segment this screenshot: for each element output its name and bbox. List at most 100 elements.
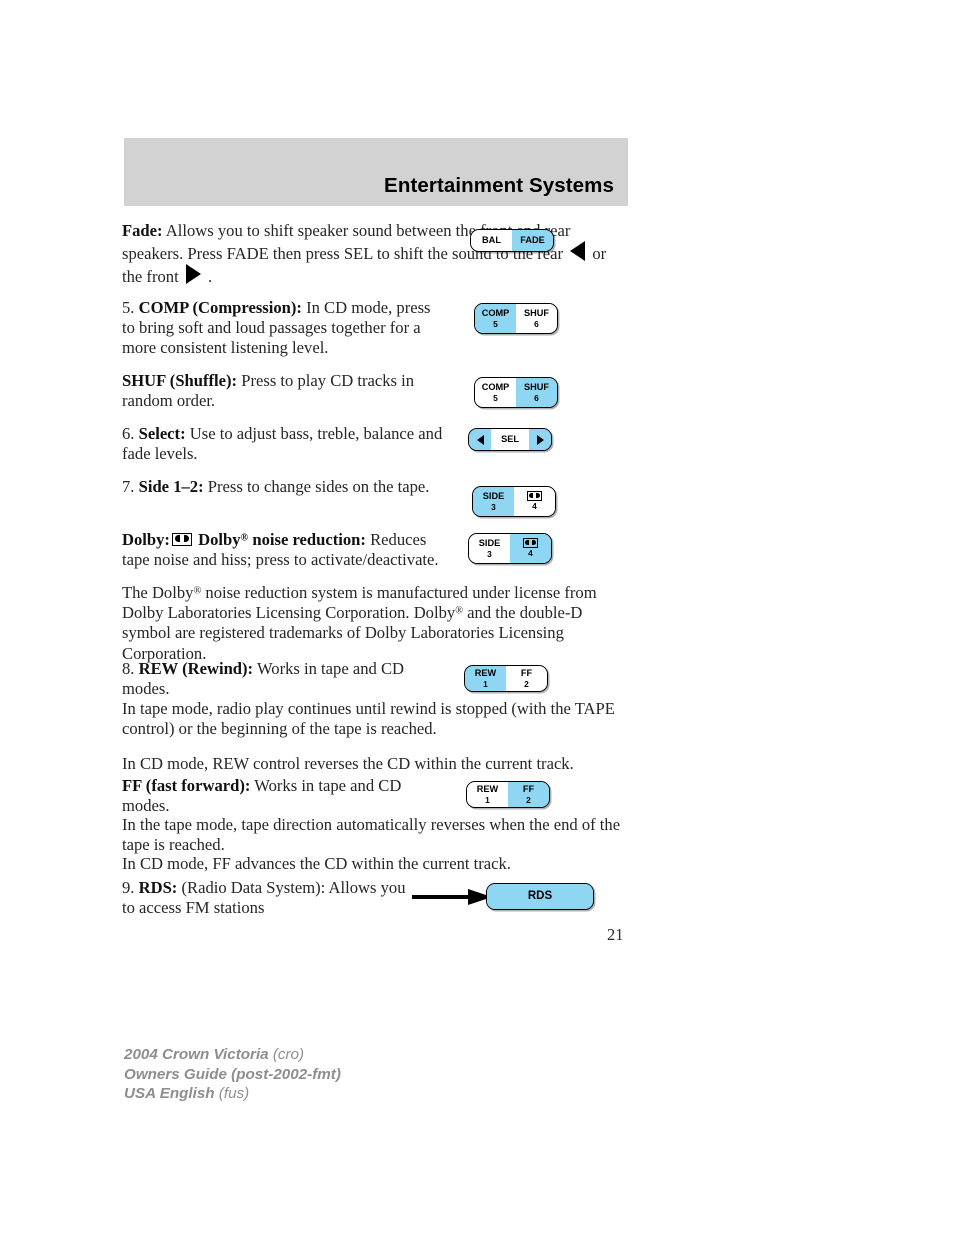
page-header-band: Entertainment Systems: [124, 138, 628, 206]
dolby-double-d-icon: [171, 533, 192, 546]
rew-number: 8.: [122, 659, 135, 678]
footer-line-3: USA English (fus): [124, 1084, 341, 1104]
footer-language-code: (fus): [214, 1085, 250, 1102]
side-number-label: 3: [491, 501, 496, 512]
dolby-button-half[interactable]: 4: [510, 534, 551, 563]
ff-paragraph: FF (fast forward): Works in tape and CD …: [122, 776, 452, 816]
footer-model: 2004 Crown Victoria: [124, 1046, 269, 1063]
triangle-left-icon: [570, 241, 586, 262]
dolby-legal-paragraph: The Dolby® noise reduction system is man…: [122, 583, 622, 664]
footer-guide: Owners Guide (post-2002-fmt): [124, 1065, 341, 1083]
footer-line-1: 2004 Crown Victoria (cro): [124, 1045, 341, 1065]
dolby-term-a: Dolby:: [122, 530, 170, 549]
select-term: Select:: [138, 424, 186, 443]
comp-shuf-button-graphic-comp-active[interactable]: COMP 5 SHUF 6: [474, 303, 558, 334]
ff-paragraph-3: In CD mode, FF advances the CD within th…: [122, 854, 511, 873]
side-term: Side 1–2:: [138, 477, 204, 496]
ff-number-label: 2: [524, 678, 529, 689]
comp-button-half[interactable]: COMP 5: [475, 304, 516, 333]
triangle-right-icon: [536, 434, 544, 445]
side-number-label: 3: [487, 548, 492, 559]
dolby-button-half[interactable]: 4: [514, 487, 555, 516]
rds-number: 9.: [122, 878, 135, 897]
comp-number: 5.: [122, 298, 135, 317]
shuf-paragraph: SHUF (Shuffle): Press to play CD tracks …: [122, 371, 432, 411]
rew-number-label: 1: [483, 678, 488, 689]
rew-number-label: 1: [485, 794, 490, 805]
ff-label: FF: [522, 784, 535, 794]
rew-label: REW: [476, 784, 499, 794]
page-number: 21: [607, 925, 624, 944]
comp-label: COMP: [481, 382, 510, 392]
side-button-half[interactable]: SIDE 3: [469, 534, 510, 563]
comp-shuf-button-graphic-shuf-active[interactable]: COMP 5 SHUF 6: [474, 377, 558, 408]
fade-button-half[interactable]: FADE: [512, 230, 553, 251]
dolby-double-d-icon: [527, 491, 542, 502]
side-paragraph: 7. Side 1–2: Press to change sides on th…: [122, 477, 432, 497]
triangle-right-icon: [185, 264, 201, 285]
shuf-term: SHUF (Shuffle):: [122, 371, 238, 390]
manual-page: Entertainment Systems Fade: Allows you t…: [0, 0, 954, 1235]
bal-button-half[interactable]: BAL: [471, 230, 512, 251]
document-footer: 2004 Crown Victoria (cro) Owners Guide (…: [124, 1045, 341, 1104]
footer-language: USA English: [124, 1085, 215, 1102]
ff-button-half[interactable]: FF 2: [508, 782, 549, 807]
rds-pointer-arrow-icon: [412, 889, 492, 905]
sel-center-half[interactable]: SEL: [491, 429, 529, 450]
sel-right-arrow-half[interactable]: [529, 429, 551, 450]
select-paragraph: 6. Select: Use to adjust bass, treble, b…: [122, 424, 452, 464]
comp-number-label: 5: [493, 392, 498, 403]
rew-ff-button-graphic-rew-active[interactable]: REW 1 FF 2: [464, 665, 548, 692]
rds-label: RDS: [527, 890, 553, 903]
rew-paragraph-2: In tape mode, radio play continues until…: [122, 699, 615, 739]
dolby-paragraph: Dolby: Dolby® noise reduction: Reduces t…: [122, 530, 452, 570]
dolby-legal-1: The Dolby: [122, 583, 194, 602]
side-number: 7.: [122, 477, 135, 496]
rew-ff-button-graphic-ff-active[interactable]: REW 1 FF 2: [466, 781, 550, 808]
shuf-button-half[interactable]: SHUF 6: [516, 378, 557, 407]
side-dolby-button-graphic-side-active[interactable]: SIDE 3 4: [472, 486, 556, 517]
ff-label: FF: [520, 668, 533, 678]
comp-button-half[interactable]: COMP 5: [475, 378, 516, 407]
rew-term: REW (Rewind):: [138, 659, 254, 678]
shuf-number-label: 6: [534, 392, 539, 403]
shuf-number-label: 6: [534, 318, 539, 329]
ff-button-half[interactable]: FF 2: [506, 666, 547, 691]
sel-label: SEL: [501, 434, 519, 445]
side-dolby-button-graphic-dolby-active[interactable]: SIDE 3 4: [468, 533, 552, 564]
sel-button-graphic[interactable]: SEL: [468, 428, 552, 451]
dolby-term-c: noise reduction:: [252, 530, 366, 549]
dolby-term-b: Dolby: [198, 530, 241, 549]
fade-term: Fade:: [122, 221, 163, 240]
shuf-button-half[interactable]: SHUF 6: [516, 304, 557, 333]
side-button-half[interactable]: SIDE 3: [473, 487, 514, 516]
bal-fade-button-graphic[interactable]: BAL FADE: [470, 229, 554, 252]
comp-label: COMP: [481, 308, 510, 318]
triangle-left-icon: [476, 434, 484, 445]
rew-label: REW: [474, 668, 497, 678]
registered-mark-icon: ®: [240, 532, 249, 544]
side-label: SIDE: [482, 491, 505, 501]
side-label: SIDE: [478, 538, 501, 548]
registered-mark-icon: ®: [455, 605, 464, 617]
ff-term: FF (fast forward):: [122, 776, 251, 795]
comp-number-label: 5: [493, 318, 498, 329]
rew-paragraph-3: In CD mode, REW control reverses the CD …: [122, 754, 574, 773]
rew-paragraph: 8. REW (Rewind): Works in tape and CD mo…: [122, 659, 452, 699]
footer-model-code: (cro): [268, 1046, 305, 1063]
sel-left-arrow-half[interactable]: [469, 429, 491, 450]
comp-paragraph: 5. COMP (Compression): In CD mode, press…: [122, 298, 432, 359]
footer-line-2: Owners Guide (post-2002-fmt): [124, 1065, 341, 1085]
page-title: Entertainment Systems: [384, 174, 614, 197]
rew-button-half[interactable]: REW 1: [467, 782, 508, 807]
rew-button-half[interactable]: REW 1: [465, 666, 506, 691]
fade-label: FADE: [520, 235, 545, 246]
rds-paragraph: 9. RDS: (Radio Data System): Allows you …: [122, 878, 422, 918]
side-text: Press to change sides on the tape.: [203, 477, 430, 496]
ff-paragraph-2: In the tape mode, tape direction automat…: [122, 815, 621, 855]
rds-button-half[interactable]: RDS: [487, 884, 593, 909]
dolby-double-d-icon: [523, 538, 538, 549]
dolby-number-label: 4: [532, 501, 537, 512]
fade-text-3: .: [203, 267, 213, 287]
rds-button-graphic[interactable]: RDS: [486, 883, 594, 910]
